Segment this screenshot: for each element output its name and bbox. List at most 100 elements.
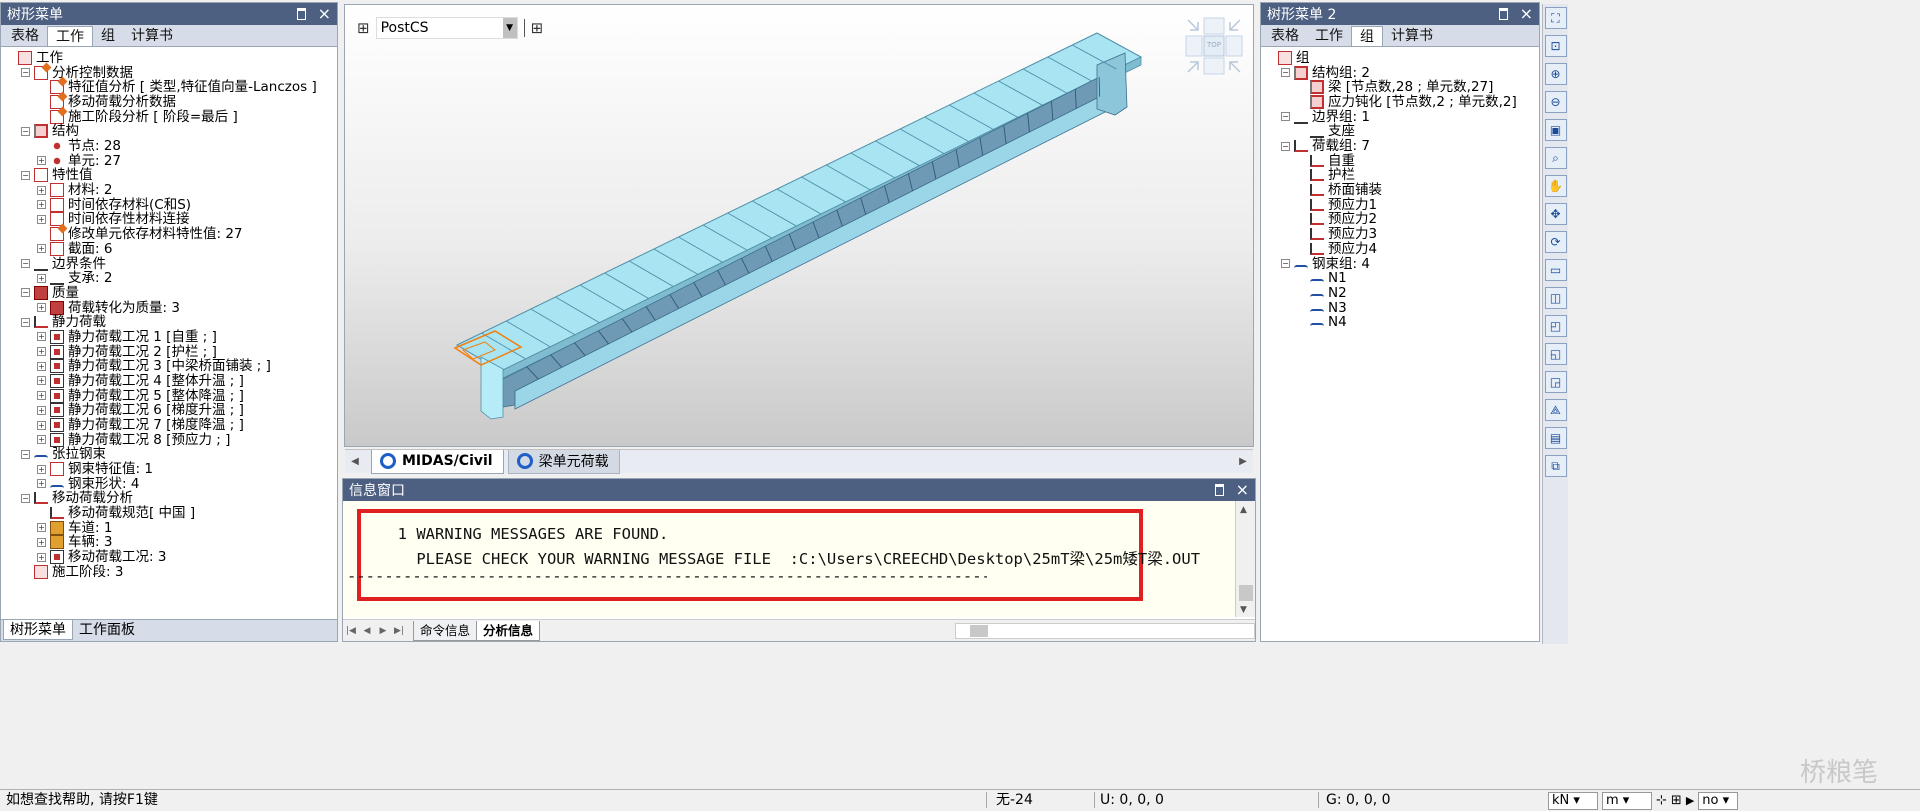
expand-icon[interactable]: + [37, 186, 46, 195]
right-panel-tab-1[interactable]: 工作 [1307, 26, 1351, 46]
snap-grid-icon[interactable]: ⊞ [1671, 791, 1682, 811]
expand-icon[interactable]: + [37, 156, 46, 165]
expand-icon[interactable]: + [37, 347, 46, 356]
expand-icon[interactable]: + [37, 200, 46, 209]
message-window-titlebar[interactable]: 信息窗口 × [343, 479, 1255, 501]
expand-icon[interactable]: + [37, 435, 46, 444]
length-unit-select[interactable]: m ▾ [1602, 792, 1652, 810]
close-icon[interactable]: × [1236, 483, 1249, 497]
left-panel-tab-1[interactable]: 工作 [47, 26, 93, 46]
expand-icon[interactable]: + [37, 332, 46, 341]
scroll-right-icon[interactable]: ▶ [1233, 456, 1253, 467]
mode-select[interactable]: no ▾ [1698, 792, 1738, 810]
expand-icon[interactable]: + [37, 553, 46, 562]
right-panel-tab-3[interactable]: 计算书 [1383, 26, 1441, 46]
help-text: 如想查找帮助, 请按F1键 [6, 790, 158, 810]
expand-icon[interactable]: + [37, 406, 46, 415]
nav-last-icon[interactable]: ▶| [391, 626, 407, 636]
h-scroll-thumb[interactable] [970, 625, 988, 637]
collapse-icon[interactable]: − [1281, 112, 1290, 121]
expand-icon[interactable]: + [37, 538, 46, 547]
collapse-icon[interactable]: − [1281, 142, 1290, 151]
nav-prev-icon[interactable]: ◀ [359, 626, 375, 636]
collapse-icon[interactable]: − [21, 68, 30, 77]
right-panel-tab-0[interactable]: 表格 [1263, 26, 1307, 46]
collapse-icon[interactable]: − [21, 127, 30, 136]
zoom-out-icon[interactable]: ⊖ [1545, 91, 1567, 113]
collapse-icon[interactable]: − [21, 259, 30, 268]
scroll-down-icon[interactable]: ▼ [1240, 605, 1247, 615]
force-unit-select[interactable]: kN ▾ [1548, 792, 1598, 810]
play-icon[interactable]: ▶ [1686, 791, 1694, 811]
zoom-window-icon[interactable]: ⊡ [1545, 35, 1567, 57]
horizontal-scrollbar[interactable] [955, 623, 1255, 639]
scroll-thumb[interactable] [1239, 585, 1253, 601]
bridge-model[interactable] [345, 5, 1255, 425]
right-panel-tab-2[interactable]: 组 [1351, 26, 1383, 46]
copy-view-icon[interactable]: ⧉ [1545, 455, 1567, 477]
expand-icon[interactable]: + [37, 303, 46, 312]
redraw-icon[interactable]: ⟳ [1545, 231, 1567, 253]
collapse-icon[interactable]: − [21, 288, 30, 297]
pin-icon[interactable] [297, 8, 306, 20]
scroll-left-icon[interactable]: ◀ [345, 456, 365, 467]
front-view-icon[interactable]: ◱ [1545, 343, 1567, 365]
top-view-icon[interactable]: ◰ [1545, 315, 1567, 337]
pin-icon[interactable] [1215, 484, 1224, 496]
zoom-dynamic-icon[interactable]: ⌕ [1545, 147, 1567, 169]
view-tab-1[interactable]: 梁单元荷载 [508, 450, 620, 474]
expand-icon[interactable]: + [37, 215, 46, 224]
expand-icon[interactable]: + [37, 274, 46, 283]
close-icon[interactable]: × [318, 7, 331, 21]
collapse-icon[interactable]: − [21, 318, 30, 327]
message-tab-0[interactable]: 命令信息 [413, 621, 477, 641]
message-tab-1[interactable]: 分析信息 [476, 621, 540, 641]
message-output[interactable]: 1 WARNING MESSAGES ARE FOUND. PLEASE CHE… [343, 501, 1235, 617]
side-view-icon[interactable]: ◲ [1545, 371, 1567, 393]
nav-first-icon[interactable]: |◀ [343, 626, 359, 636]
iso-view-icon[interactable]: ◫ [1545, 287, 1567, 309]
left-panel-tab-0[interactable]: 表格 [3, 26, 47, 46]
zoom-all-icon[interactable]: ▣ [1545, 119, 1567, 141]
model-view[interactable]: ⊞ PostCS ▼ ⊞ TOP ◀ MIDAS/Civil梁单元荷载 ▶ [344, 4, 1254, 447]
collapse-icon[interactable]: − [1281, 68, 1290, 77]
expand-icon[interactable]: + [37, 391, 46, 400]
left-panel-titlebar[interactable]: 树形菜单 × [1, 3, 337, 25]
left-panel-tab-3[interactable]: 计算书 [123, 26, 181, 46]
pin-icon[interactable] [1499, 8, 1508, 20]
group-tree-item[interactable]: N4 [1297, 313, 1347, 331]
message-scrollbar[interactable]: ▲ ▼ [1235, 501, 1255, 617]
expand-icon[interactable]: + [37, 465, 46, 474]
rotate-icon[interactable]: ✥ [1545, 203, 1567, 225]
work-tree-item[interactable]: 施工阶段: 3 [21, 563, 123, 581]
group-tree-item-label: N4 [1328, 313, 1347, 331]
collapse-icon[interactable]: − [21, 171, 30, 180]
expand-icon[interactable]: + [37, 362, 46, 371]
expand-icon[interactable]: + [37, 421, 46, 430]
left-panel-bottom-tab-0[interactable]: 树形菜单 [3, 620, 73, 640]
axis-view-icon[interactable]: ⟁ [1545, 399, 1567, 421]
collapse-icon[interactable]: − [1281, 259, 1290, 268]
expand-icon[interactable]: + [37, 479, 46, 488]
left-panel-tab-2[interactable]: 组 [93, 26, 123, 46]
snap-node-icon[interactable]: ⊹ [1656, 791, 1667, 811]
right-panel-titlebar[interactable]: 树形菜单 2 × [1261, 3, 1539, 25]
scroll-up-icon[interactable]: ▲ [1240, 505, 1247, 515]
load-item-icon [1310, 169, 1324, 181]
zoom-in-icon[interactable]: ⊕ [1545, 63, 1567, 85]
view-tab-0[interactable]: MIDAS/Civil [371, 450, 504, 474]
left-panel-bottom-tab-1[interactable]: 工作面板 [73, 620, 141, 640]
expand-icon[interactable]: + [37, 244, 46, 253]
message-line-3: ----------------------------------------… [347, 567, 987, 585]
close-icon[interactable]: × [1520, 7, 1533, 21]
collapse-icon[interactable]: − [21, 450, 30, 459]
expand-icon[interactable]: + [37, 523, 46, 532]
construction-stage-icon [34, 565, 48, 579]
collapse-icon[interactable]: − [21, 494, 30, 503]
nav-next-icon[interactable]: ▶ [375, 626, 391, 636]
display-option-icon[interactable]: ▤ [1545, 427, 1567, 449]
pan-icon[interactable]: ✋ [1545, 175, 1567, 197]
expand-icon[interactable]: + [37, 376, 46, 385]
view-frame-icon[interactable]: ▭ [1545, 259, 1567, 281]
zoom-fit-icon[interactable]: ⛶ [1545, 7, 1567, 29]
